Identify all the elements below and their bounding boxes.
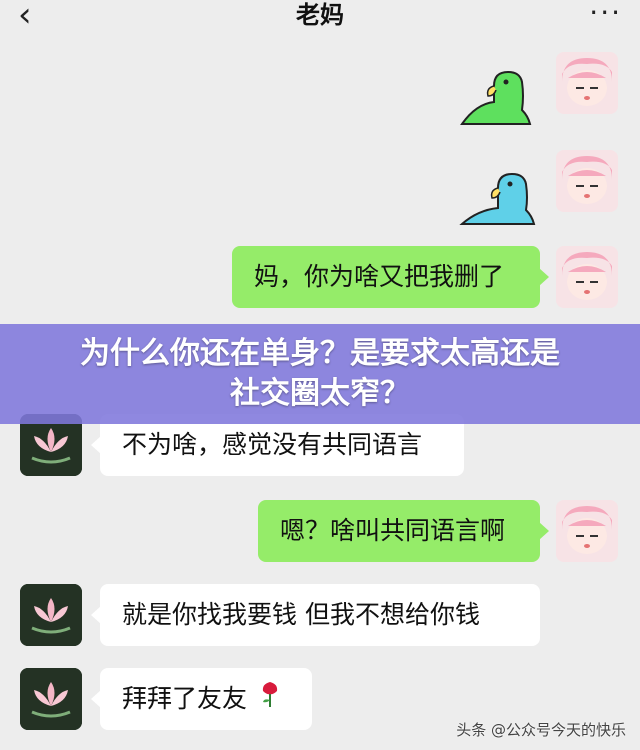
green-parrot-sticker[interactable] xyxy=(458,66,536,128)
message-bubble-incoming[interactable]: 就是你找我要钱 但我不想给你钱 xyxy=(91,584,540,646)
message-bubble-outgoing[interactable]: 嗯？啥叫共同语言啊 xyxy=(258,500,549,562)
message-text: 就是你找我要钱 但我不想给你钱 xyxy=(122,600,480,629)
rose-icon xyxy=(259,669,281,731)
chat-title: 老妈 xyxy=(296,1,344,29)
blue-parrot-sticker[interactable] xyxy=(458,166,538,228)
message-bubble-incoming[interactable]: 拜拜了友友 xyxy=(91,668,312,731)
headline-banner: 为什么你还在单身？是要求太高还是 社交圈太窄？ xyxy=(0,324,640,424)
my-avatar[interactable] xyxy=(556,246,618,308)
message-bubble-outgoing[interactable]: 妈，你为啥又把我删了 xyxy=(232,246,549,308)
message-text: 妈，你为啥又把我删了 xyxy=(254,262,505,291)
mom-avatar[interactable] xyxy=(20,668,82,730)
my-avatar[interactable] xyxy=(556,150,618,212)
mom-avatar[interactable] xyxy=(20,584,82,646)
headline-line-2: 社交圈太窄？ xyxy=(230,376,410,411)
message-text: 不为啥，感觉没有共同语言 xyxy=(122,430,423,459)
headline-line-1: 为什么你还在单身？是要求太高还是 xyxy=(80,336,560,371)
my-avatar[interactable] xyxy=(556,52,618,114)
watermark: 头条 @公众号今天的快乐 xyxy=(456,721,626,739)
chat-header: ‹ 老妈 ··· xyxy=(0,0,640,34)
more-dots-icon[interactable]: ··· xyxy=(589,0,622,27)
my-avatar[interactable] xyxy=(556,500,618,562)
message-text: 嗯？啥叫共同语言啊 xyxy=(280,516,506,545)
message-text: 拜拜了友友 xyxy=(122,684,248,713)
